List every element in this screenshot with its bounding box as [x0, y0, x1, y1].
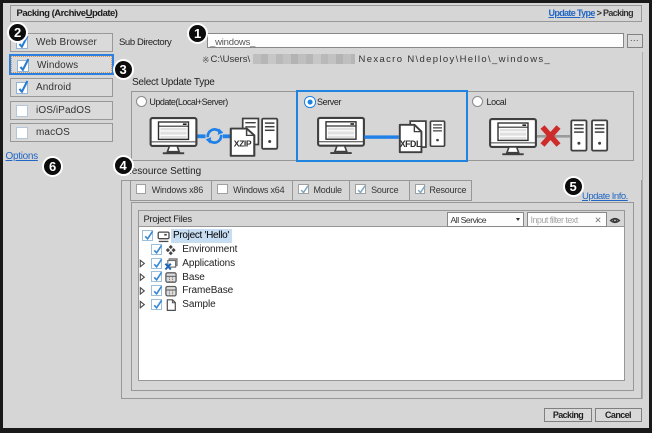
svg-text:XZIP: XZIP [234, 139, 252, 149]
svg-text:XFDL: XFDL [400, 139, 422, 149]
